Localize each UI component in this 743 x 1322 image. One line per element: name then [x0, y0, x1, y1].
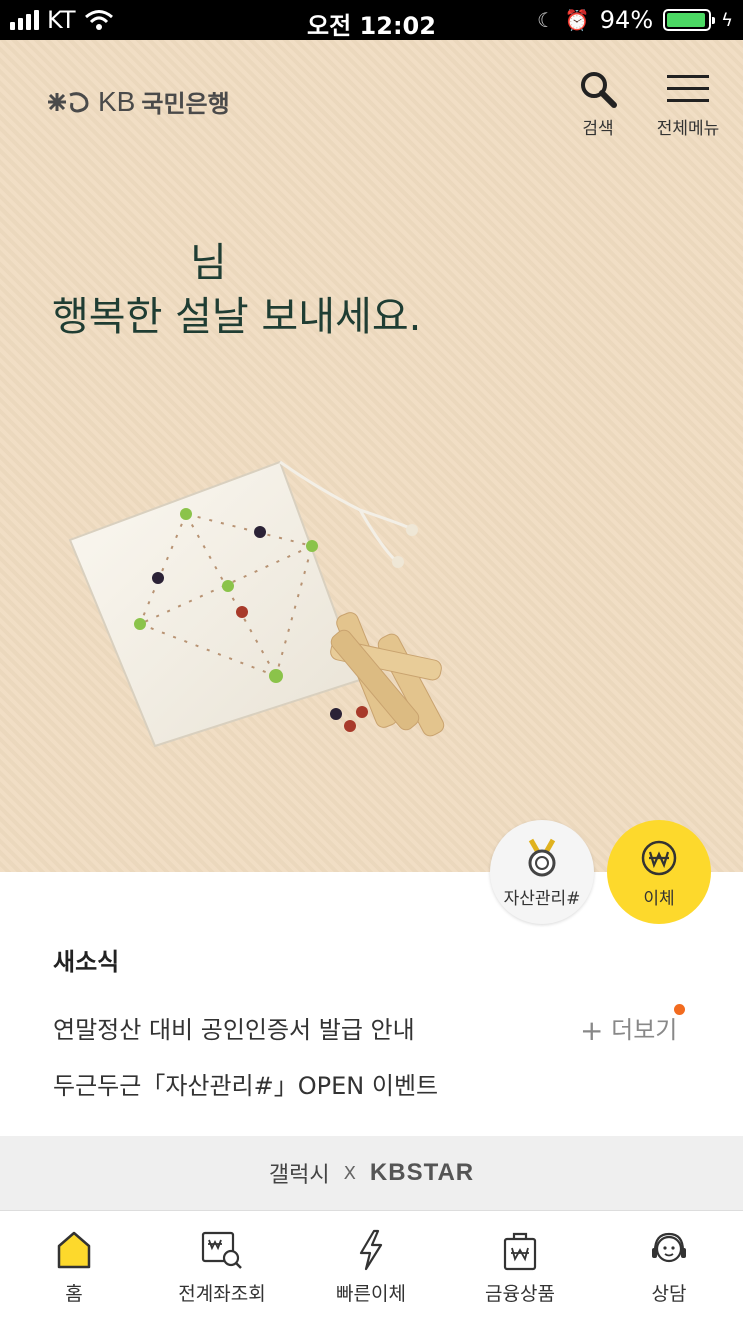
transfer-button[interactable]: 이체 [607, 820, 711, 924]
alarm-icon: ⏰ [564, 8, 590, 32]
tab-financial-products-label: 금융상품 [485, 1283, 555, 1305]
tab-consult-label: 상담 [651, 1283, 687, 1305]
more-label: 더보기 [611, 1016, 678, 1044]
tab-quick-transfer[interactable]: 빠른이체 [297, 1227, 445, 1306]
charging-icon: ϟ [721, 9, 733, 31]
news-item[interactable]: 연말정산 대비 공인인증서 발급 안내 [53, 1010, 415, 1045]
moon-icon: ☾ [536, 8, 555, 32]
tab-home-label: 홈 [65, 1283, 83, 1305]
battery-percent: 94% [599, 6, 654, 34]
asset-management-label: 자산관리# [503, 889, 581, 909]
shopping-bag-icon [503, 1232, 537, 1271]
tab-home[interactable]: 홈 [0, 1227, 148, 1306]
new-badge-dot [674, 1004, 686, 1015]
bottom-tab-bar: 홈 전계좌조회 빠른이체 금융상품 상담 [0, 1210, 743, 1322]
asset-management-button[interactable]: 자산관리# [490, 820, 594, 924]
tab-all-accounts[interactable]: 전계좌조회 [148, 1227, 296, 1306]
hero-greeting: 님 행복한 설날 보내세요. [52, 236, 421, 344]
brand-name: 국민은행 [141, 90, 230, 118]
kb-star-logo-icon [48, 91, 89, 113]
plus-icon: + [580, 1014, 604, 1047]
search-label: 검색 [582, 119, 614, 139]
news-item[interactable]: 두근두근「자산관리#」OPEN 이벤트 [53, 1066, 438, 1101]
menu-label: 전체메뉴 [656, 119, 720, 139]
greeting-name: 님 [190, 240, 227, 286]
medal-icon [528, 838, 556, 877]
account-search-icon [201, 1231, 242, 1269]
yutnori-illustration [68, 460, 445, 748]
news-section-title: 새소식 [53, 948, 120, 976]
headset-icon [652, 1232, 686, 1263]
battery-icon [663, 9, 716, 31]
tab-consult[interactable]: 상담 [595, 1227, 743, 1306]
banner-galaxy-text: 갤럭시 [268, 1163, 330, 1188]
search-button[interactable]: 검색 [568, 64, 628, 139]
more-button[interactable]: + 더보기 [580, 1004, 686, 1047]
galaxy-kbstar-banner[interactable]: 갤럭시 X KBSTAR [0, 1136, 743, 1210]
search-icon [581, 72, 617, 108]
banner-separator: X [343, 1162, 356, 1184]
full-menu-button[interactable]: 전체메뉴 [648, 64, 728, 139]
status-bar: KT 오전 12:02 ☾ ⏰ 94% ϟ [0, 0, 743, 40]
banner-kbstar-logo: KBSTAR [369, 1159, 475, 1186]
tab-financial-products[interactable]: 금융상품 [446, 1227, 594, 1306]
won-coin-icon [641, 840, 677, 876]
tab-all-accounts-label: 전계좌조회 [178, 1283, 266, 1305]
home-icon [57, 1231, 91, 1269]
lightning-icon [359, 1229, 383, 1271]
transfer-label: 이체 [643, 889, 675, 909]
kb-logo[interactable]: KB 국민은행 [46, 84, 230, 119]
hamburger-menu-icon [667, 75, 709, 102]
greeting-message: 행복한 설날 보내세요. [52, 294, 422, 340]
hero-banner: KB 국민은행 검색 전체메뉴 님 행복한 설날 보내세요. [0, 40, 743, 872]
tab-quick-transfer-label: 빠른이체 [336, 1283, 406, 1305]
brand-kb: KB [98, 85, 136, 117]
